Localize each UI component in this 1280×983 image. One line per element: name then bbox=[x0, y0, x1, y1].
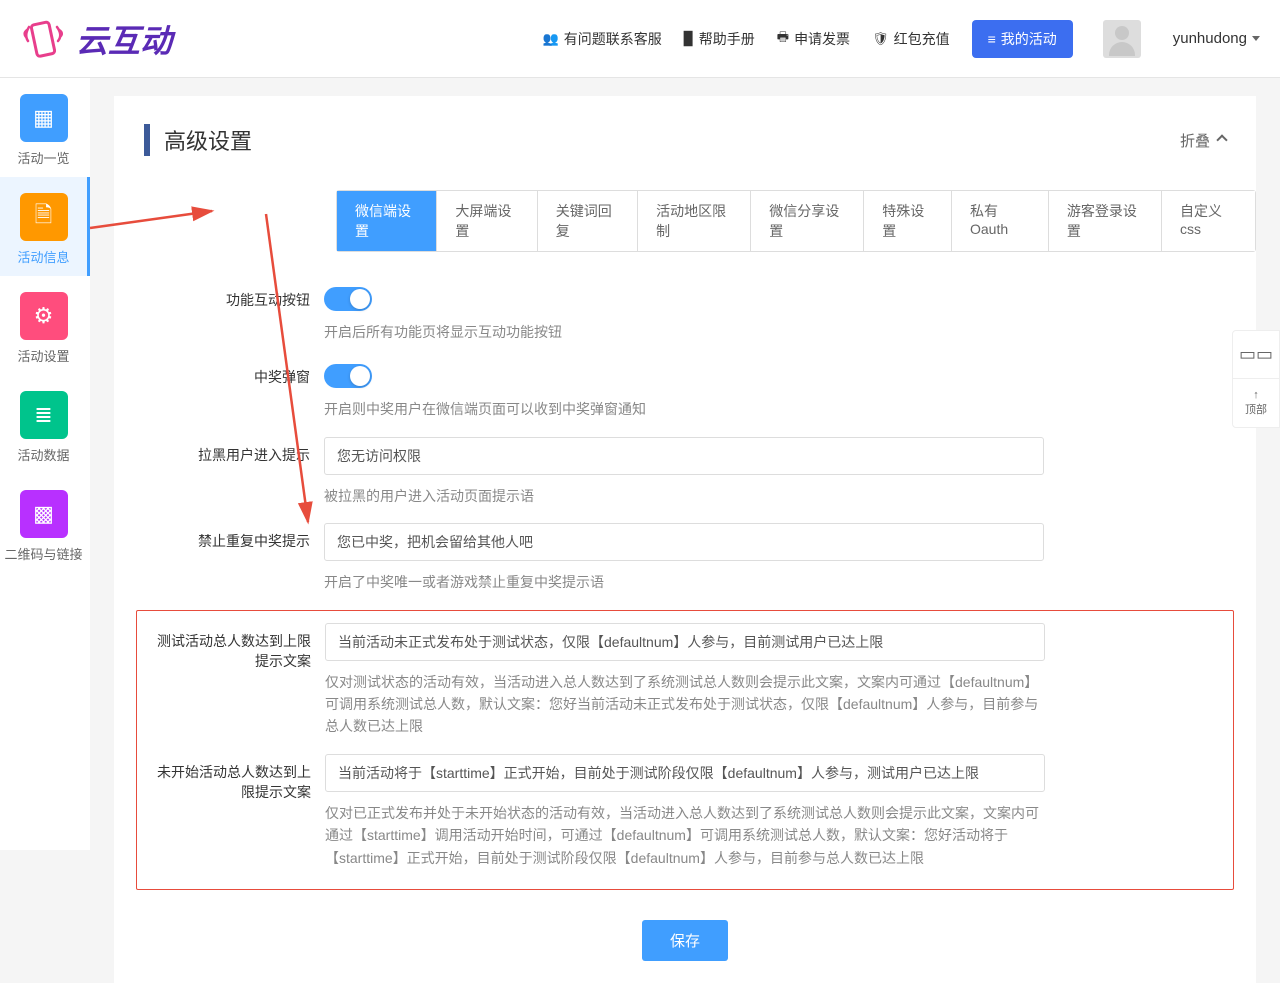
section-header: 高级设置 折叠 bbox=[114, 96, 1256, 174]
invoice-link[interactable]: 🖶申请发票 bbox=[777, 28, 850, 50]
header: 云互动 👥有问题联系客服 ▉帮助手册 🖶申请发票 🛡红包充值 ≡我的活动 yun… bbox=[0, 0, 1280, 78]
tab-bigscreen[interactable]: 大屏端设置 bbox=[437, 191, 537, 251]
label-blacklist: 拉黑用户进入提示 bbox=[144, 437, 324, 465]
help-prize-popup: 开启则中奖用户在微信端页面可以收到中奖弹窗通知 bbox=[324, 398, 1044, 420]
save-bar: 保存 bbox=[114, 898, 1256, 963]
logo[interactable]: 云互动 bbox=[20, 15, 172, 63]
label-test-limit: 测试活动总人数达到上限提示文案 bbox=[145, 623, 325, 671]
input-not-started-limit[interactable] bbox=[325, 754, 1045, 792]
file-icon: 🗎 bbox=[20, 193, 68, 241]
tab-oauth[interactable]: 私有Oauth bbox=[952, 191, 1049, 251]
people-icon: 👥 bbox=[543, 31, 559, 47]
grid-small-icon: ▭▭ bbox=[1239, 344, 1273, 365]
toggle-prize-popup[interactable] bbox=[324, 364, 372, 388]
user-dropdown[interactable]: yunhudong bbox=[1173, 30, 1260, 47]
my-activities-button[interactable]: ≡我的活动 bbox=[972, 20, 1073, 58]
toggle-interactive-button[interactable] bbox=[324, 287, 372, 311]
sidebar-item-overview[interactable]: ▦ 活动一览 bbox=[0, 78, 90, 177]
section-title: 高级设置 bbox=[164, 124, 1180, 156]
database-icon: ≣ bbox=[20, 391, 68, 439]
label-not-started-limit: 未开始活动总人数达到上限提示文案 bbox=[145, 754, 325, 802]
tab-special[interactable]: 特殊设置 bbox=[864, 191, 952, 251]
tab-wechat[interactable]: 微信端设置 bbox=[337, 191, 437, 251]
sidebar-item-data[interactable]: ≣ 活动数据 bbox=[0, 375, 90, 474]
recharge-link[interactable]: 🛡红包充值 bbox=[872, 29, 950, 49]
float-side: ▭▭ ↑顶部 bbox=[1232, 330, 1280, 428]
row-test-limit: 测试活动总人数达到上限提示文案 仅对测试状态的活动有效，当活动进入总人数达到了系… bbox=[145, 615, 1225, 746]
label-prize-popup: 中奖弹窗 bbox=[144, 359, 324, 387]
save-button[interactable]: 保存 bbox=[642, 920, 728, 961]
float-top-button[interactable]: ↑顶部 bbox=[1233, 379, 1279, 427]
help-no-repeat: 开启了中奖唯一或者游戏禁止重复中奖提示语 bbox=[324, 571, 1044, 593]
tab-css[interactable]: 自定义css bbox=[1162, 191, 1255, 251]
logo-icon bbox=[20, 15, 68, 63]
float-grid-button[interactable]: ▭▭ bbox=[1233, 331, 1279, 379]
help-test-limit: 仅对测试状态的活动有效，当活动进入总人数达到了系统测试总人数则会提示此文案，文案… bbox=[325, 671, 1045, 738]
sidebar-item-info[interactable]: 🗎 活动信息 bbox=[0, 177, 90, 276]
row-no-repeat: 禁止重复中奖提示 开启了中奖唯一或者游戏禁止重复中奖提示语 bbox=[114, 515, 1256, 601]
highlight-box: 测试活动总人数达到上限提示文案 仅对测试状态的活动有效，当活动进入总人数达到了系… bbox=[136, 610, 1234, 890]
tab-keyword[interactable]: 关键词回复 bbox=[538, 191, 638, 251]
label-interactive-button: 功能互动按钮 bbox=[144, 282, 324, 310]
help-blacklist: 被拉黑的用户进入活动页面提示语 bbox=[324, 485, 1044, 507]
print-icon: 🖶 bbox=[777, 28, 789, 50]
tab-region[interactable]: 活动地区限制 bbox=[638, 191, 751, 251]
shield-icon: 🛡 bbox=[872, 31, 889, 47]
collapse-button[interactable]: 折叠 bbox=[1180, 130, 1226, 151]
list-icon: ≡ bbox=[988, 31, 996, 47]
tab-share[interactable]: 微信分享设置 bbox=[751, 191, 864, 251]
help-not-started-limit: 仅对已正式发布并处于未开始状态的活动有效，当活动进入总人数达到了系统测试总人数则… bbox=[325, 802, 1045, 869]
input-test-limit[interactable] bbox=[325, 623, 1045, 661]
row-prize-popup: 中奖弹窗 开启则中奖用户在微信端页面可以收到中奖弹窗通知 bbox=[114, 351, 1256, 428]
grid-icon: ▦ bbox=[20, 94, 68, 142]
tabs: 微信端设置 大屏端设置 关键词回复 活动地区限制 微信分享设置 特殊设置 私有O… bbox=[336, 190, 1256, 252]
sidebar-item-qr[interactable]: ▩ 二维码与链接 bbox=[0, 474, 90, 573]
input-no-repeat[interactable] bbox=[324, 523, 1044, 561]
row-blacklist: 拉黑用户进入提示 被拉黑的用户进入活动页面提示语 bbox=[114, 429, 1256, 515]
book-icon: ▉ bbox=[684, 31, 694, 47]
input-blacklist[interactable] bbox=[324, 437, 1044, 475]
row-interactive-button: 功能互动按钮 开启后所有功能页将显示互动功能按钮 bbox=[114, 274, 1256, 351]
tab-guest[interactable]: 游客登录设置 bbox=[1049, 191, 1162, 251]
help-interactive-button: 开启后所有功能页将显示互动功能按钮 bbox=[324, 321, 1044, 343]
sidebar-item-settings[interactable]: ⚙ 活动设置 bbox=[0, 276, 90, 375]
header-nav: 👥有问题联系客服 ▉帮助手册 🖶申请发票 🛡红包充值 ≡我的活动 yunhudo… bbox=[543, 20, 1260, 58]
gear-icon: ⚙ bbox=[20, 292, 68, 340]
contact-link[interactable]: 👥有问题联系客服 bbox=[543, 29, 662, 49]
sidebar: ▦ 活动一览 🗎 活动信息 ⚙ 活动设置 ≣ 活动数据 ▩ 二维码与链接 bbox=[0, 78, 90, 850]
help-link[interactable]: ▉帮助手册 bbox=[684, 29, 755, 49]
row-not-started-limit: 未开始活动总人数达到上限提示文案 仅对已正式发布并处于未开始状态的活动有效，当活… bbox=[145, 746, 1225, 877]
qr-icon: ▩ bbox=[20, 490, 68, 538]
arrow-up-icon: ↑ bbox=[1253, 389, 1259, 401]
label-no-repeat: 禁止重复中奖提示 bbox=[144, 523, 324, 551]
logo-text: 云互动 bbox=[76, 16, 172, 62]
section-bar bbox=[144, 124, 150, 156]
avatar[interactable] bbox=[1103, 20, 1141, 58]
